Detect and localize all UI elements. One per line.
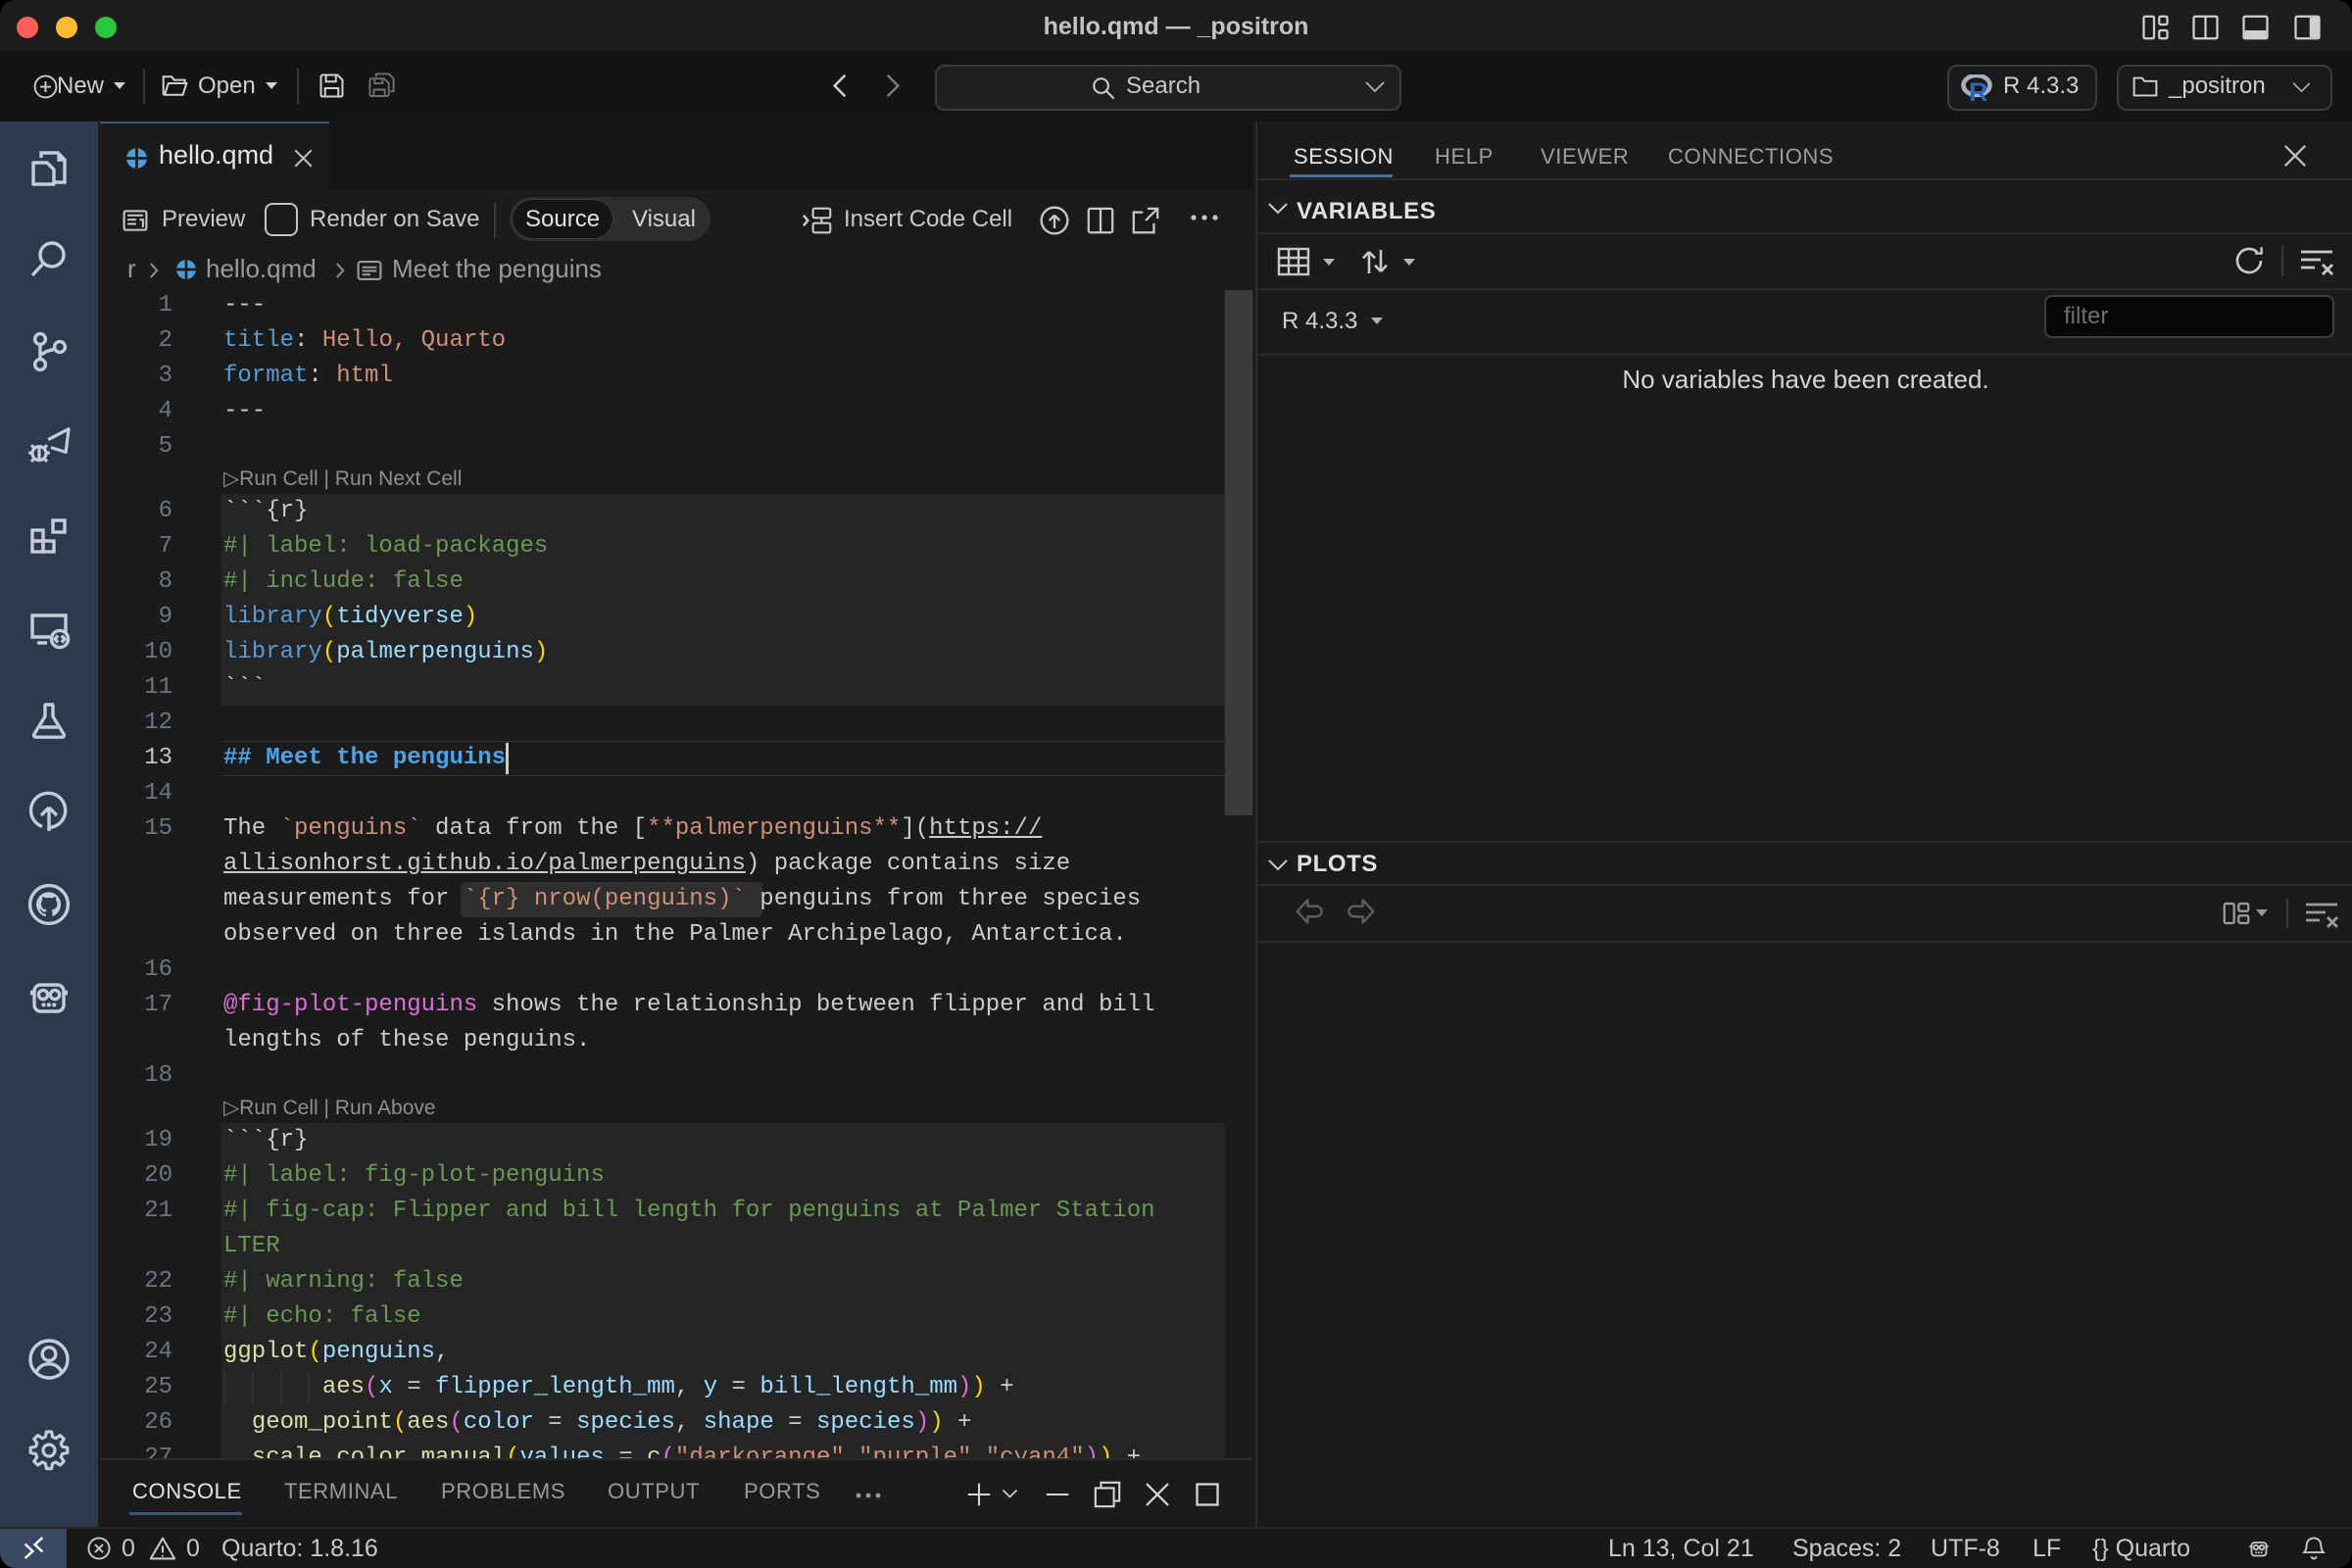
svg-text:R: R <box>1969 77 1988 102</box>
